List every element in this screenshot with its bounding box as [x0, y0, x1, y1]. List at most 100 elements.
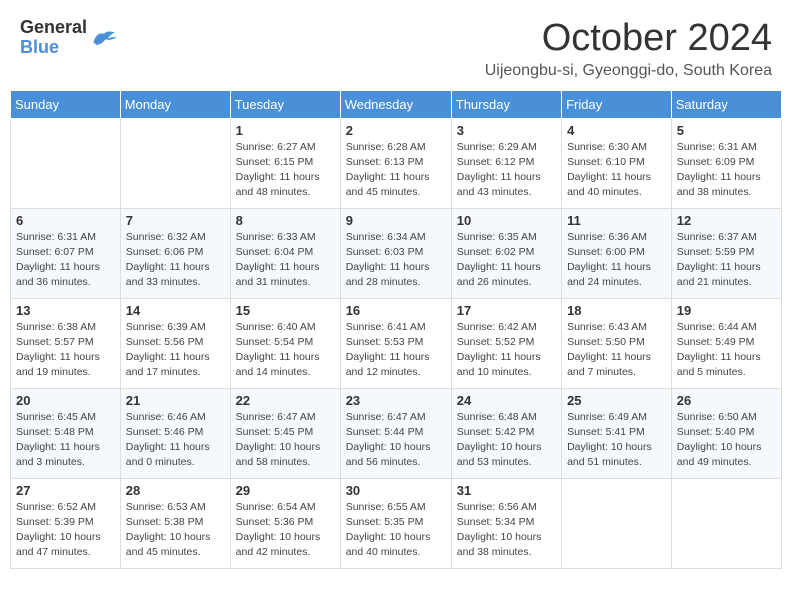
- logo-blue-text: Blue: [20, 38, 87, 58]
- day-number: 31: [457, 483, 556, 498]
- column-header-wednesday: Wednesday: [340, 90, 451, 118]
- day-number: 25: [567, 393, 666, 408]
- calendar-cell: 29Sunrise: 6:54 AM Sunset: 5:36 PM Dayli…: [230, 478, 340, 568]
- day-info: Sunrise: 6:47 AM Sunset: 5:44 PM Dayligh…: [346, 410, 446, 471]
- calendar-week-3: 13 Sunrise: 6:38 AM Sunset: 5:57 PM Dayli…: [11, 298, 782, 388]
- day-info: Sunrise: 6:31 AM Sunset: 6:09 PM Dayligh…: [677, 140, 776, 201]
- column-header-saturday: Saturday: [671, 90, 781, 118]
- calendar-cell: 1 Sunrise: 6:27 AM Sunset: 6:15 PM Daylig…: [230, 118, 340, 208]
- day-info: Sunrise: 6:40 AM Sunset: 5:54 PM Dayligh…: [236, 320, 335, 381]
- day-info: Sunrise: 6:39 AM Sunset: 5:56 PM Dayligh…: [126, 320, 225, 381]
- day-number: 17: [457, 303, 556, 318]
- day-info: Sunrise: 6:30 AM Sunset: 6:10 PM Dayligh…: [567, 140, 666, 201]
- calendar-cell: 21Sunrise: 6:46 AM Sunset: 5:46 PM Dayli…: [120, 388, 230, 478]
- calendar-table: SundayMondayTuesdayWednesdayThursdayFrid…: [10, 90, 782, 569]
- day-number: 5: [677, 123, 776, 138]
- day-number: 4: [567, 123, 666, 138]
- calendar-cell: [562, 478, 672, 568]
- day-number: 28: [126, 483, 225, 498]
- day-number: 8: [236, 213, 335, 228]
- day-info: Sunrise: 6:38 AM Sunset: 5:57 PM Dayligh…: [16, 320, 115, 381]
- calendar-cell: 6Sunrise: 6:31 AM Sunset: 6:07 PM Daylig…: [11, 208, 121, 298]
- calendar-cell: 19 Sunrise: 6:44 AM Sunset: 5:49 PM Dayli…: [671, 298, 781, 388]
- day-info: Sunrise: 6:34 AM Sunset: 6:03 PM Dayligh…: [346, 230, 446, 291]
- day-number: 24: [457, 393, 556, 408]
- day-number: 18: [567, 303, 666, 318]
- day-info: Sunrise: 6:44 AM Sunset: 5:49 PM Dayligh…: [677, 320, 776, 381]
- logo: General Blue: [20, 18, 119, 58]
- day-number: 30: [346, 483, 446, 498]
- day-info: Sunrise: 6:47 AM Sunset: 5:45 PM Dayligh…: [236, 410, 335, 471]
- day-info: Sunrise: 6:56 AM Sunset: 5:34 PM Dayligh…: [457, 500, 556, 561]
- day-info: Sunrise: 6:29 AM Sunset: 6:12 PM Dayligh…: [457, 140, 556, 201]
- calendar-cell: 8Sunrise: 6:33 AM Sunset: 6:04 PM Daylig…: [230, 208, 340, 298]
- day-info: Sunrise: 6:53 AM Sunset: 5:38 PM Dayligh…: [126, 500, 225, 561]
- calendar-week-4: 20 Sunrise: 6:45 AM Sunset: 5:48 PM Dayli…: [11, 388, 782, 478]
- day-number: 3: [457, 123, 556, 138]
- day-info: Sunrise: 6:48 AM Sunset: 5:42 PM Dayligh…: [457, 410, 556, 471]
- day-info: Sunrise: 6:37 AM Sunset: 5:59 PM Dayligh…: [677, 230, 776, 291]
- day-info: Sunrise: 6:35 AM Sunset: 6:02 PM Dayligh…: [457, 230, 556, 291]
- day-info: Sunrise: 6:36 AM Sunset: 6:00 PM Dayligh…: [567, 230, 666, 291]
- calendar-cell: 12 Sunrise: 6:37 AM Sunset: 5:59 PM Dayli…: [671, 208, 781, 298]
- day-number: 12: [677, 213, 776, 228]
- day-number: 2: [346, 123, 446, 138]
- calendar-header-row: SundayMondayTuesdayWednesdayThursdayFrid…: [11, 90, 782, 118]
- column-header-sunday: Sunday: [11, 90, 121, 118]
- day-info: Sunrise: 6:41 AM Sunset: 5:53 PM Dayligh…: [346, 320, 446, 381]
- day-number: 16: [346, 303, 446, 318]
- calendar-cell: 25 Sunrise: 6:49 AM Sunset: 5:41 PM Dayli…: [562, 388, 672, 478]
- day-info: Sunrise: 6:55 AM Sunset: 5:35 PM Dayligh…: [346, 500, 446, 561]
- logo-general-text: General: [20, 18, 87, 38]
- calendar-cell: 2Sunrise: 6:28 AM Sunset: 6:13 PM Daylig…: [340, 118, 451, 208]
- day-number: 19: [677, 303, 776, 318]
- day-number: 27: [16, 483, 115, 498]
- calendar-cell: 11 Sunrise: 6:36 AM Sunset: 6:00 PM Dayli…: [562, 208, 672, 298]
- day-info: Sunrise: 6:45 AM Sunset: 5:48 PM Dayligh…: [16, 410, 115, 471]
- day-info: Sunrise: 6:52 AM Sunset: 5:39 PM Dayligh…: [16, 500, 115, 561]
- column-header-friday: Friday: [562, 90, 672, 118]
- day-number: 1: [236, 123, 335, 138]
- day-number: 11: [567, 213, 666, 228]
- calendar-cell: 28 Sunrise: 6:53 AM Sunset: 5:38 PM Dayli…: [120, 478, 230, 568]
- day-number: 10: [457, 213, 556, 228]
- calendar-cell: 30 Sunrise: 6:55 AM Sunset: 5:35 PM Dayli…: [340, 478, 451, 568]
- day-number: 29: [236, 483, 335, 498]
- calendar-cell: 18 Sunrise: 6:43 AM Sunset: 5:50 PM Dayli…: [562, 298, 672, 388]
- day-number: 22: [236, 393, 335, 408]
- day-info: Sunrise: 6:50 AM Sunset: 5:40 PM Dayligh…: [677, 410, 776, 471]
- calendar-cell: 5 Sunrise: 6:31 AM Sunset: 6:09 PM Daylig…: [671, 118, 781, 208]
- calendar-cell: [11, 118, 121, 208]
- calendar-cell: 24 Sunrise: 6:48 AM Sunset: 5:42 PM Dayli…: [451, 388, 561, 478]
- day-info: Sunrise: 6:42 AM Sunset: 5:52 PM Dayligh…: [457, 320, 556, 381]
- day-info: Sunrise: 6:27 AM Sunset: 6:15 PM Dayligh…: [236, 140, 335, 201]
- calendar-cell: 9Sunrise: 6:34 AM Sunset: 6:03 PM Daylig…: [340, 208, 451, 298]
- calendar-cell: 22 Sunrise: 6:47 AM Sunset: 5:45 PM Dayli…: [230, 388, 340, 478]
- column-header-thursday: Thursday: [451, 90, 561, 118]
- day-number: 13: [16, 303, 115, 318]
- day-info: Sunrise: 6:46 AM Sunset: 5:46 PM Dayligh…: [126, 410, 225, 471]
- day-info: Sunrise: 6:49 AM Sunset: 5:41 PM Dayligh…: [567, 410, 666, 471]
- calendar-cell: [671, 478, 781, 568]
- calendar-cell: 31 Sunrise: 6:56 AM Sunset: 5:34 PM Dayli…: [451, 478, 561, 568]
- location-subtitle: Uijeongbu-si, Gyeonggi-do, South Korea: [485, 62, 772, 80]
- calendar-cell: 17 Sunrise: 6:42 AM Sunset: 5:52 PM Dayli…: [451, 298, 561, 388]
- day-number: 7: [126, 213, 225, 228]
- calendar-cell: 13 Sunrise: 6:38 AM Sunset: 5:57 PM Dayli…: [11, 298, 121, 388]
- calendar-cell: 10 Sunrise: 6:35 AM Sunset: 6:02 PM Dayli…: [451, 208, 561, 298]
- calendar-cell: 27 Sunrise: 6:52 AM Sunset: 5:39 PM Dayli…: [11, 478, 121, 568]
- title-block: October 2024 Uijeongbu-si, Gyeonggi-do, …: [485, 18, 772, 80]
- calendar-cell: 20 Sunrise: 6:45 AM Sunset: 5:48 PM Dayli…: [11, 388, 121, 478]
- day-info: Sunrise: 6:43 AM Sunset: 5:50 PM Dayligh…: [567, 320, 666, 381]
- day-number: 15: [236, 303, 335, 318]
- month-title: October 2024: [485, 18, 772, 60]
- day-number: 20: [16, 393, 115, 408]
- column-header-monday: Monday: [120, 90, 230, 118]
- column-header-tuesday: Tuesday: [230, 90, 340, 118]
- day-number: 14: [126, 303, 225, 318]
- calendar-cell: [120, 118, 230, 208]
- calendar-cell: 23Sunrise: 6:47 AM Sunset: 5:44 PM Dayli…: [340, 388, 451, 478]
- calendar-cell: 15 Sunrise: 6:40 AM Sunset: 5:54 PM Dayli…: [230, 298, 340, 388]
- calendar-cell: 3 Sunrise: 6:29 AM Sunset: 6:12 PM Daylig…: [451, 118, 561, 208]
- calendar-week-5: 27 Sunrise: 6:52 AM Sunset: 5:39 PM Dayli…: [11, 478, 782, 568]
